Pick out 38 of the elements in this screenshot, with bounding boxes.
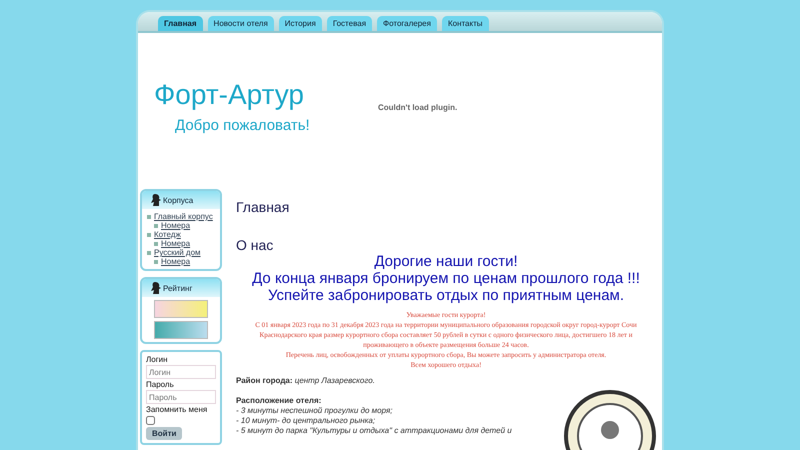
greeting-line: Дорогие наши гости! <box>373 253 519 270</box>
greeting-line: До конца января бронируем по ценам прошлого года !!! <box>251 270 641 287</box>
page-heading: Главная <box>236 199 290 215</box>
nav-tab[interactable]: Главная <box>158 16 203 32</box>
nav-tab[interactable]: Новости отеля <box>208 16 274 32</box>
menu-link[interactable]: Номера <box>161 221 190 230</box>
menu-link[interactable]: Номера <box>161 257 190 266</box>
panel-title: Корпуса <box>163 196 194 204</box>
password-field[interactable]: Пароль <box>146 390 216 404</box>
greeting-line: Успейте забронировать отдых по приятным ценам. <box>266 287 626 304</box>
nav-tab[interactable]: Фотогалерея <box>377 16 437 32</box>
menu-link[interactable]: Котедж <box>154 230 181 239</box>
counter-banner[interactable] <box>154 321 208 339</box>
counter-banner[interactable] <box>154 300 208 318</box>
location-item: - 10 минут- до центрального рынка; <box>236 416 376 426</box>
location-item: - 3 минуты неспешной прогулки до моря; <box>236 406 394 416</box>
site-subtitle: Добро пожаловать! <box>174 116 311 134</box>
site-title: Форт-Артур <box>154 78 305 111</box>
location-item: - 5 минут до парка "Культуры и отдыха" с аттракционами для детей и <box>236 426 513 436</box>
section-heading: О нас <box>236 237 274 253</box>
login-button[interactable]: Войти <box>146 427 182 440</box>
district-text: Район города: центр Лазаревского. <box>236 376 376 386</box>
bird-icon <box>150 281 161 295</box>
field-label: Логин <box>146 355 169 364</box>
menu-link[interactable]: Номера <box>161 239 190 248</box>
login-field[interactable]: Логин <box>146 365 216 379</box>
menu-link[interactable]: Русский дом <box>154 248 201 257</box>
bird-icon <box>150 193 161 207</box>
plugin-message: Couldn't load plugin. <box>378 102 458 112</box>
menu-link[interactable]: Главный корпус <box>154 212 213 221</box>
panel-title: Рейтинг <box>163 284 192 292</box>
nav-tab[interactable]: Контакты <box>442 16 489 32</box>
field-label: Пароль <box>146 380 175 389</box>
nav-tab[interactable]: Гостевая <box>326 16 372 32</box>
nav-tab[interactable]: История <box>278 16 322 32</box>
location-heading: Расположение отеля: <box>236 396 322 406</box>
field-label: Запомнить меня <box>146 405 208 414</box>
remember-checkbox[interactable] <box>146 416 155 425</box>
